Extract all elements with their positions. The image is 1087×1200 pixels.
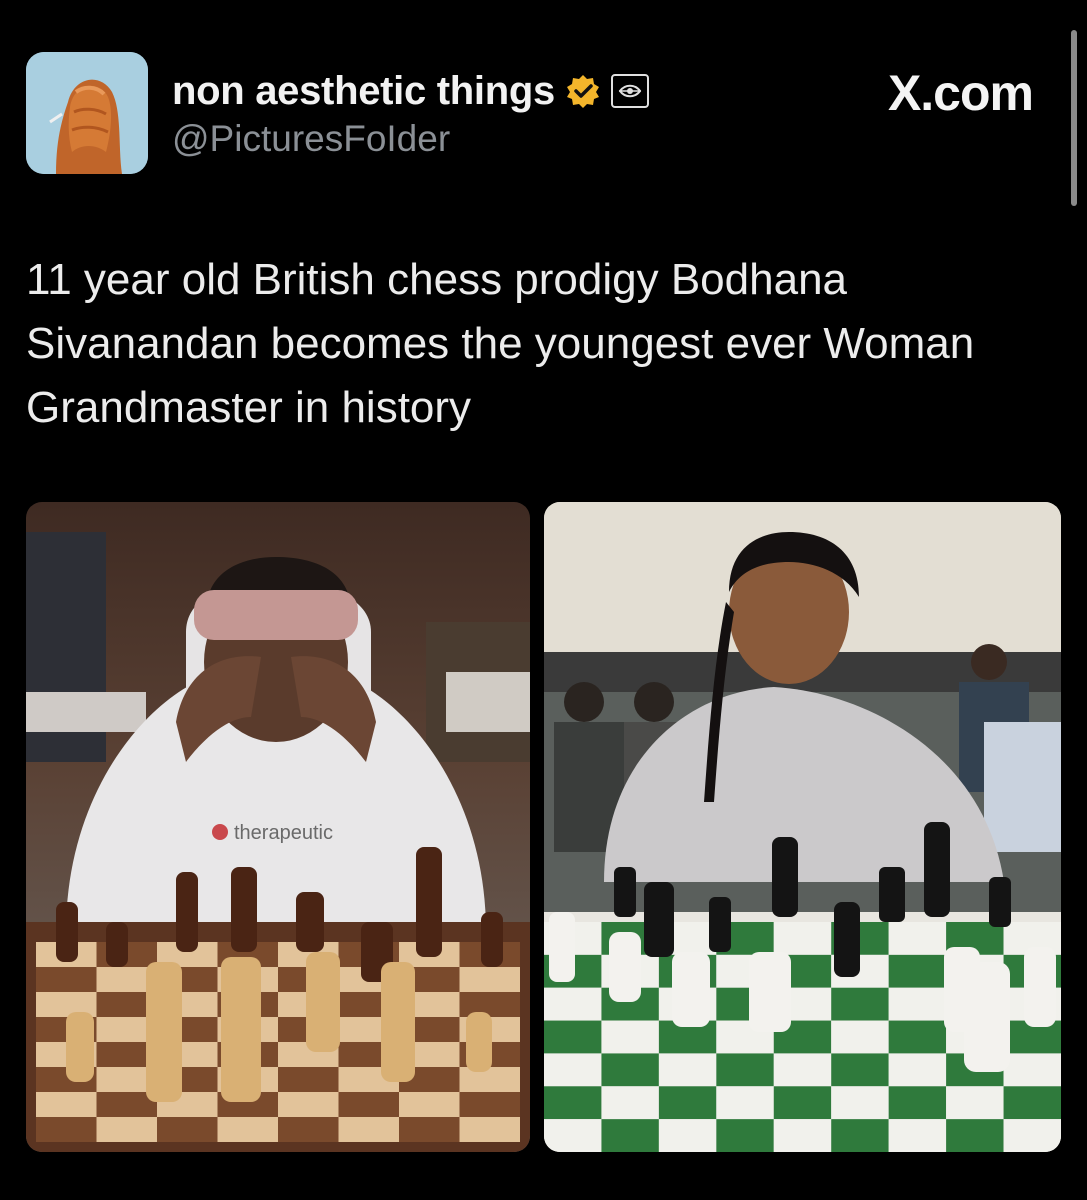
affiliation-badge-icon[interactable]	[610, 74, 649, 108]
verified-badge-icon	[566, 75, 599, 108]
avatar[interactable]	[26, 52, 148, 174]
post-image-left[interactable]: therapeutic	[26, 502, 530, 1152]
post-image-right[interactable]	[544, 502, 1061, 1152]
brand-logo: X.com	[887, 65, 1034, 121]
sweatshirt-text: therapeutic	[234, 822, 333, 844]
author-row: non aesthetic things	[172, 66, 649, 116]
scrollbar[interactable]	[1071, 30, 1077, 206]
user-handle[interactable]: @PicturesFoIder	[172, 118, 450, 160]
display-name[interactable]: non aesthetic things	[172, 69, 555, 114]
post-text: 11 year old British chess prodigy Bodhan…	[26, 255, 975, 432]
